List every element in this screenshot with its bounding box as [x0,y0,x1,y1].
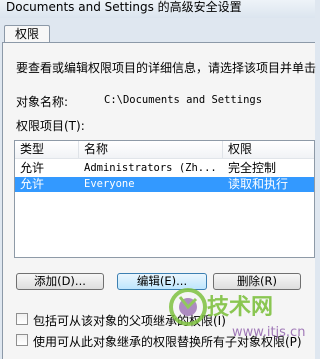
edit-button[interactable]: 编辑(E)... [117,273,207,290]
permission-entries-label: 权限项目(T): [16,119,85,133]
column-header-permission[interactable]: 权限 [223,141,314,158]
column-header-name[interactable]: 名称 [79,141,223,158]
object-name-label: 对象名称: [16,95,69,109]
table-row[interactable]: 允许 Administrators (Zh... 完全控制 [15,161,314,176]
window-title: Documents and Settings 的高级安全设置 [0,0,315,18]
list-header: 类型 名称 权限 [15,141,314,159]
permission-entries-list[interactable]: 类型 名称 权限 允许 Administrators (Zh... 完全控制 允… [14,140,315,258]
tab-strip: 权限 [0,18,315,42]
object-name-value: C:\Documents and Settings [104,94,263,106]
row-type: 允许 [20,161,45,175]
replace-child-checkbox-label[interactable]: 使用可从此对象继承的权限替换所有子对象权限(P) [33,333,302,350]
table-row-selected[interactable]: 允许 Everyone 读取和执行 [15,177,314,192]
row-permission: 完全控制 [228,161,277,175]
instruction-text: 要查看或编辑权限项目的详细信息，请选择该项目并单击 [16,61,317,75]
row-name: Administrators (Zh... [84,162,217,174]
row-name: Everyone [84,178,135,190]
add-button[interactable]: 添加(D)... [16,273,104,290]
inherit-checkbox-label[interactable]: 包括可从该对象的父项继承的权限(I) [33,312,226,329]
row-permission: 读取和执行 [228,177,289,191]
column-header-type[interactable]: 类型 [15,141,79,158]
replace-child-checkbox[interactable] [16,334,28,346]
row-type: 允许 [20,177,45,191]
remove-button[interactable]: 删除(R) [213,273,301,290]
inherit-checkbox[interactable] [16,313,28,325]
tab-permissions[interactable]: 权限 [4,25,50,42]
